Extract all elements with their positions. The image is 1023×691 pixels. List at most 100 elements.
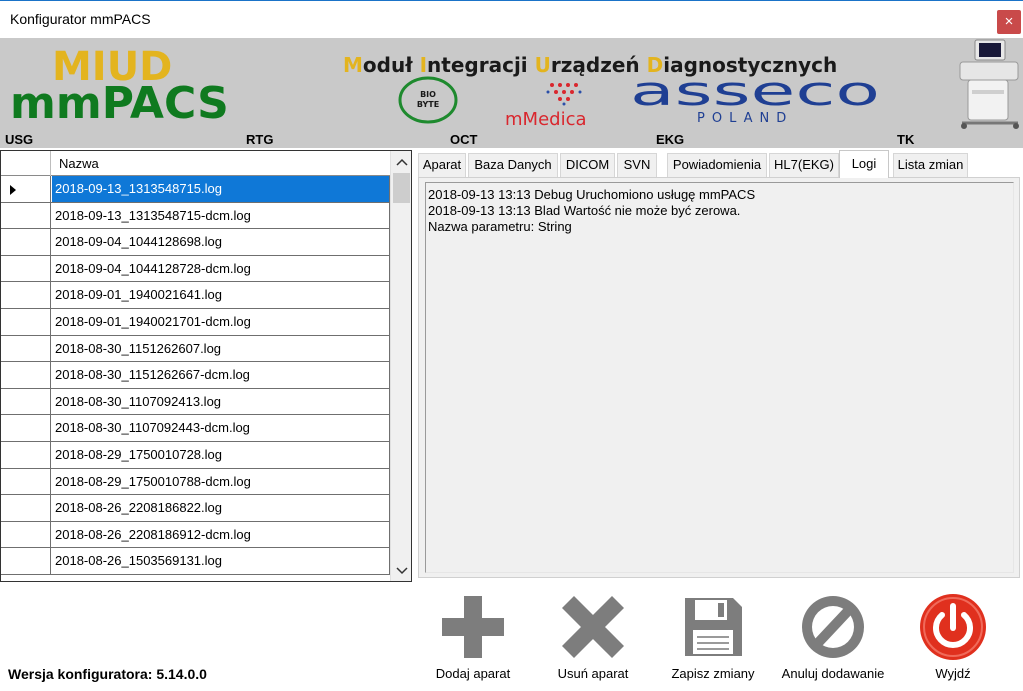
row-header[interactable] (1, 388, 51, 415)
log-file-name-cell[interactable]: 2018-08-30_1151262607.log (52, 335, 390, 362)
row-header[interactable] (1, 441, 51, 468)
table-row[interactable]: 2018-08-26_1503569131.log (1, 548, 390, 575)
title-bar: Konfigurator mmPACS × (0, 0, 1023, 38)
x-icon (561, 595, 625, 659)
tagline-word-1: oduł (363, 53, 420, 77)
save-changes-label: Zapisz zmiany (671, 666, 755, 681)
table-row[interactable]: 2018-08-30_1151262607.log (1, 335, 390, 363)
prohibited-icon (802, 596, 864, 658)
row-header[interactable] (1, 548, 51, 574)
table-row[interactable]: 2018-09-13_1313548715.log (1, 176, 390, 203)
tab-hl7-ekg[interactable]: HL7(EKG) (769, 153, 839, 177)
modality-oct[interactable]: OCT (450, 132, 477, 147)
banner-graphic: MIUD mmPACS Moduł Integracji Urządzeń Di… (10, 39, 1019, 130)
modality-strip: USG RTG OCT EKG TK (0, 130, 1023, 148)
log-file-grid[interactable]: Nazwa 2018-09-13_1313548715.log 2018-09-1… (0, 150, 412, 582)
log-file-name-cell[interactable]: 2018-09-04_1044128728-dcm.log (52, 255, 390, 282)
log-file-name-cell[interactable]: 2018-09-01_1940021641.log (52, 282, 390, 308)
tab-panel-logi: 2018-09-13 13:13 Debug Uruchomiono usług… (418, 177, 1020, 578)
table-row[interactable]: 2018-09-01_1940021641.log (1, 282, 390, 309)
table-row[interactable]: 2018-09-13_1313548715-dcm.log (1, 202, 390, 230)
column-header-nazwa[interactable]: Nazwa (59, 156, 99, 171)
log-file-name-cell[interactable]: 2018-08-30_1151262667-dcm.log (52, 362, 390, 388)
remove-device-label: Usuń aparat (557, 666, 629, 681)
modality-tk[interactable]: TK (897, 132, 914, 147)
mmedica-logo: mMedica (505, 83, 587, 130)
tab-logi[interactable]: Logi (839, 150, 889, 178)
tagline-word-2: ntegracji (427, 53, 535, 77)
tab-aparat[interactable]: Aparat (418, 153, 466, 177)
log-file-name-cell[interactable]: 2018-08-30_1107092443-dcm.log (52, 415, 390, 441)
mmpacs-logo-text: mmPACS (10, 78, 229, 129)
table-row[interactable]: 2018-08-26_2208186822.log (1, 495, 390, 522)
table-row[interactable]: 2018-08-30_1151262667-dcm.log (1, 362, 390, 389)
log-file-name-cell[interactable]: 2018-08-26_1503569131.log (52, 548, 390, 574)
log-file-name-cell[interactable]: 2018-09-13_1313548715.log (52, 176, 390, 202)
modality-usg[interactable]: USG (5, 132, 33, 147)
grid-rows: 2018-09-13_1313548715.log 2018-09-13_1313… (1, 176, 390, 575)
remove-device-button[interactable]: Usuń aparat (533, 592, 653, 688)
row-header[interactable] (1, 229, 51, 255)
log-file-name-cell[interactable]: 2018-08-26_2208186912-dcm.log (52, 521, 390, 548)
row-header[interactable] (1, 202, 51, 229)
cancel-adding-button[interactable]: Anuluj dodawanie (773, 592, 893, 688)
tab-lista-zmian[interactable]: Lista zmian (893, 153, 968, 177)
asseco-logo: asseco POLAND (630, 69, 880, 126)
tab-powiadomienia[interactable]: Powiadomienia (667, 153, 767, 177)
log-file-name-cell[interactable]: 2018-09-13_1313548715-dcm.log (52, 202, 390, 229)
ultrasound-machine-icon (959, 39, 1019, 129)
log-file-name-cell[interactable]: 2018-08-30_1107092413.log (52, 388, 390, 415)
grid-header: Nazwa (1, 151, 390, 176)
row-header[interactable] (1, 362, 51, 388)
table-row[interactable]: 2018-08-26_2208186912-dcm.log (1, 521, 390, 549)
add-device-label: Dodaj aparat (435, 666, 511, 681)
log-textbox[interactable]: 2018-09-13 13:13 Debug Uruchomiono usług… (425, 182, 1014, 573)
table-row[interactable]: 2018-08-29_1750010728.log (1, 441, 390, 469)
table-row[interactable]: 2018-09-04_1044128728-dcm.log (1, 255, 390, 283)
biobyte-top-text: BIO (420, 90, 436, 99)
tab-dicom[interactable]: DICOM (560, 153, 615, 177)
biobyte-bottom-text: BYTE (417, 100, 439, 109)
row-header[interactable] (1, 335, 51, 362)
window-title: Konfigurator mmPACS (10, 11, 151, 27)
row-header[interactable] (1, 521, 51, 548)
modality-ekg[interactable]: EKG (656, 132, 684, 147)
scroll-up-arrow[interactable] (391, 151, 411, 172)
grid-scrollbar[interactable] (390, 151, 411, 581)
modality-rtg[interactable]: RTG (246, 132, 273, 147)
tab-svn[interactable]: SVN (617, 153, 657, 177)
tagline-initial-1: M (343, 53, 363, 77)
header-banner: MIUD mmPACS Moduł Integracji Urządzeń Di… (0, 38, 1023, 130)
version-label: Wersja konfiguratora: 5.14.0.0 (8, 666, 207, 682)
table-row[interactable]: 2018-09-01_1940021701-dcm.log (1, 308, 390, 336)
table-row[interactable]: 2018-08-30_1107092413.log (1, 388, 390, 416)
add-device-button[interactable]: Dodaj aparat (413, 592, 533, 688)
scroll-thumb[interactable] (393, 173, 410, 203)
table-row[interactable]: 2018-08-30_1107092443-dcm.log (1, 415, 390, 442)
exit-label: Wyjdź (935, 666, 971, 681)
exit-button[interactable]: Wyjdź (893, 592, 1013, 688)
row-header[interactable] (1, 308, 51, 335)
log-file-name-cell[interactable]: 2018-08-29_1750010788-dcm.log (52, 468, 390, 495)
power-icon (920, 594, 986, 660)
row-header[interactable] (1, 282, 51, 308)
row-header[interactable] (1, 468, 51, 495)
row-header[interactable] (1, 255, 51, 282)
cancel-adding-label: Anuluj dodawanie (781, 666, 885, 681)
row-header[interactable] (1, 176, 51, 202)
log-file-name-cell[interactable]: 2018-08-29_1750010728.log (52, 441, 390, 468)
asseco-text: asseco (630, 69, 880, 115)
row-header[interactable] (1, 495, 51, 521)
biobyte-logo: BIO BYTE (398, 76, 458, 124)
grid-corner (1, 151, 51, 176)
log-file-name-cell[interactable]: 2018-09-04_1044128698.log (52, 229, 390, 255)
tab-baza-danych[interactable]: Baza Danych (468, 153, 558, 177)
close-button[interactable]: × (997, 10, 1021, 34)
save-changes-button[interactable]: Zapisz zmiany (653, 592, 773, 688)
scroll-down-arrow[interactable] (391, 560, 411, 581)
table-row[interactable]: 2018-08-29_1750010788-dcm.log (1, 468, 390, 496)
log-file-name-cell[interactable]: 2018-08-26_2208186822.log (52, 495, 390, 521)
log-file-name-cell[interactable]: 2018-09-01_1940021701-dcm.log (52, 308, 390, 335)
table-row[interactable]: 2018-09-04_1044128698.log (1, 229, 390, 256)
row-header[interactable] (1, 415, 51, 441)
